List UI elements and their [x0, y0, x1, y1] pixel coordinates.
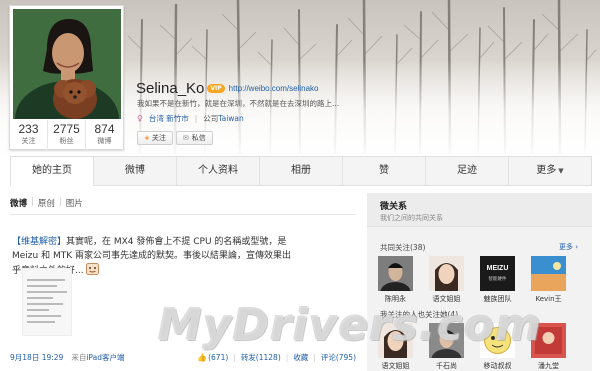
thumbnail-text-line: [27, 285, 57, 287]
follow-name: 千石尚: [436, 362, 457, 370]
tab-likes[interactable]: 赞: [343, 157, 426, 185]
comment-button[interactable]: 评论(795): [321, 352, 356, 363]
user-avatar: [429, 256, 464, 291]
mail-icon: ✉: [182, 134, 189, 142]
tab-more[interactable]: 更多 ▼: [509, 157, 591, 185]
action-separator: |: [313, 352, 316, 362]
profile-name: Selina_Ko: [136, 79, 205, 97]
action-separator: |: [233, 352, 236, 362]
stat-following[interactable]: 233 关注: [10, 120, 48, 150]
profile-actions: + 关注 ✉ 私信: [137, 131, 213, 145]
post-time[interactable]: 9月18日 19:29: [10, 352, 63, 363]
stat-followers[interactable]: 2775 粉丝: [48, 120, 86, 150]
post-image-thumbnail[interactable]: [22, 268, 72, 336]
user-avatar: [531, 256, 566, 291]
plus-icon: +: [144, 134, 150, 142]
tab-album[interactable]: 相册: [260, 157, 343, 185]
follow-card[interactable]: Kevin王: [530, 256, 567, 304]
filter-separator: |: [31, 197, 34, 207]
follow-card[interactable]: 语文姐姐: [428, 256, 465, 304]
user-avatar: [378, 256, 413, 291]
action-separator: |: [285, 352, 289, 362]
emoticon-icon: [85, 263, 99, 275]
watermark: MyDrivers.com: [158, 300, 543, 351]
filter-separator: |: [58, 197, 62, 207]
filter-images[interactable]: 图片: [66, 197, 83, 209]
company-prefix: 公司: [203, 114, 219, 123]
company-link[interactable]: Taiwan: [218, 114, 244, 123]
profile-stats: 233 关注 2775 粉丝 874 微博: [10, 120, 123, 150]
like-button[interactable]: 👍(671): [197, 353, 228, 362]
thumbnail-text-line: [27, 309, 49, 311]
profile-name-row: Selina_Ko VIP http://weibo.com/selinako: [136, 79, 319, 97]
profile-bio: 我如果不是在新竹，就是在深圳，不然就是在去深圳的路上...: [137, 99, 340, 108]
post-topic-tag[interactable]: 【维基解密】: [12, 237, 66, 247]
filter-all[interactable]: 微博: [10, 197, 27, 209]
tab-profile-info[interactable]: 个人资料: [177, 157, 260, 185]
avatar-photo: [13, 9, 121, 119]
follow-card[interactable]: MEIZU 智能硬件 魅族团队: [479, 256, 516, 304]
message-button[interactable]: ✉ 私信: [175, 131, 213, 145]
thumbnail-text-line: [27, 279, 65, 281]
common-follows-list: 陈明永 语文姐姐 MEIZU 智能硬件 魅族团队 Kevin王: [377, 256, 567, 304]
relationship-subtitle: 我们之间的共同关系: [380, 214, 443, 222]
location-link[interactable]: 台湾 新竹市: [149, 113, 189, 124]
tab-more-label: 更多: [536, 165, 557, 176]
post-footer: 9月18日 19:29 来自iPad客户端 👍(671) | 转发(1128) …: [10, 350, 356, 364]
thumbnail-text-line: [27, 315, 61, 317]
feed-filters: 微博 | 原创 | 图片: [10, 197, 83, 209]
chevron-right-icon: ›: [575, 243, 578, 251]
stat-posts[interactable]: 874 微博: [86, 120, 123, 150]
stat-posts-label: 微博: [97, 137, 112, 145]
stat-followers-count: 2775: [53, 122, 80, 136]
follow-button[interactable]: + 关注: [137, 131, 173, 145]
homepage-link[interactable]: http://weibo.com/selinako: [229, 84, 319, 93]
tab-home[interactable]: 她的主页: [11, 157, 94, 187]
follow-name: 潘九堂: [538, 362, 559, 370]
like-count: (671): [208, 352, 229, 362]
profile-meta: ♀ 台湾 新竹市 | 公司 Taiwan: [137, 113, 244, 124]
filter-original[interactable]: 原创: [38, 197, 55, 209]
post-source: 来自iPad客户端: [71, 352, 124, 363]
meta-separator: |: [194, 114, 198, 123]
repost-button[interactable]: 转发(1128): [241, 352, 281, 363]
chevron-down-icon: ▼: [558, 167, 564, 175]
vip-badge[interactable]: VIP: [207, 83, 225, 93]
tab-footprints[interactable]: 足迹: [426, 157, 509, 185]
filter-divider: [10, 214, 356, 215]
more-link[interactable]: 更多 ›: [559, 242, 578, 252]
avatar[interactable]: [13, 9, 121, 119]
favorite-button[interactable]: 收藏: [293, 352, 308, 363]
stat-followers-label: 粉丝: [59, 137, 74, 145]
message-button-label: 私信: [191, 134, 206, 142]
tab-weibo[interactable]: 微博: [94, 157, 177, 185]
stat-posts-count: 874: [94, 122, 115, 136]
relationship-header: 微关系 我们之间的共同关系: [367, 193, 592, 227]
thumbnail-text-line: [27, 297, 53, 299]
thumbnail-text-line: [27, 291, 67, 293]
stat-following-count: 233: [18, 122, 39, 136]
relationship-title: 微关系: [380, 202, 408, 212]
post-source-prefix: 来自: [71, 352, 87, 362]
gender-female-icon: ♀: [137, 114, 143, 123]
follow-card[interactable]: 陈明永: [377, 256, 414, 304]
profile-card: 233 关注 2775 粉丝 874 微博: [9, 5, 124, 150]
follow-button-label: 关注: [151, 134, 166, 142]
meizu-logo-subtext: 智能硬件: [488, 277, 507, 282]
thumbs-up-icon: 👍: [197, 352, 208, 362]
stat-following-label: 关注: [21, 137, 36, 145]
follow-name: 语文姐姐: [381, 362, 410, 370]
thumbnail-text-line: [27, 321, 55, 323]
meizu-logo-text: MEIZU: [486, 265, 509, 272]
post-source-link[interactable]: iPad客户端: [86, 353, 124, 362]
common-follows-title: 共同关注(38): [380, 243, 426, 252]
meizu-logo: MEIZU 智能硬件: [480, 256, 515, 291]
thumbnail-text-line: [27, 303, 63, 305]
more-link-label: 更多: [558, 243, 573, 251]
profile-nav: 她的主页 微博 个人资料 相册 赞 足迹 更多 ▼: [10, 156, 592, 187]
follow-name: 移动叔叔: [483, 362, 512, 370]
